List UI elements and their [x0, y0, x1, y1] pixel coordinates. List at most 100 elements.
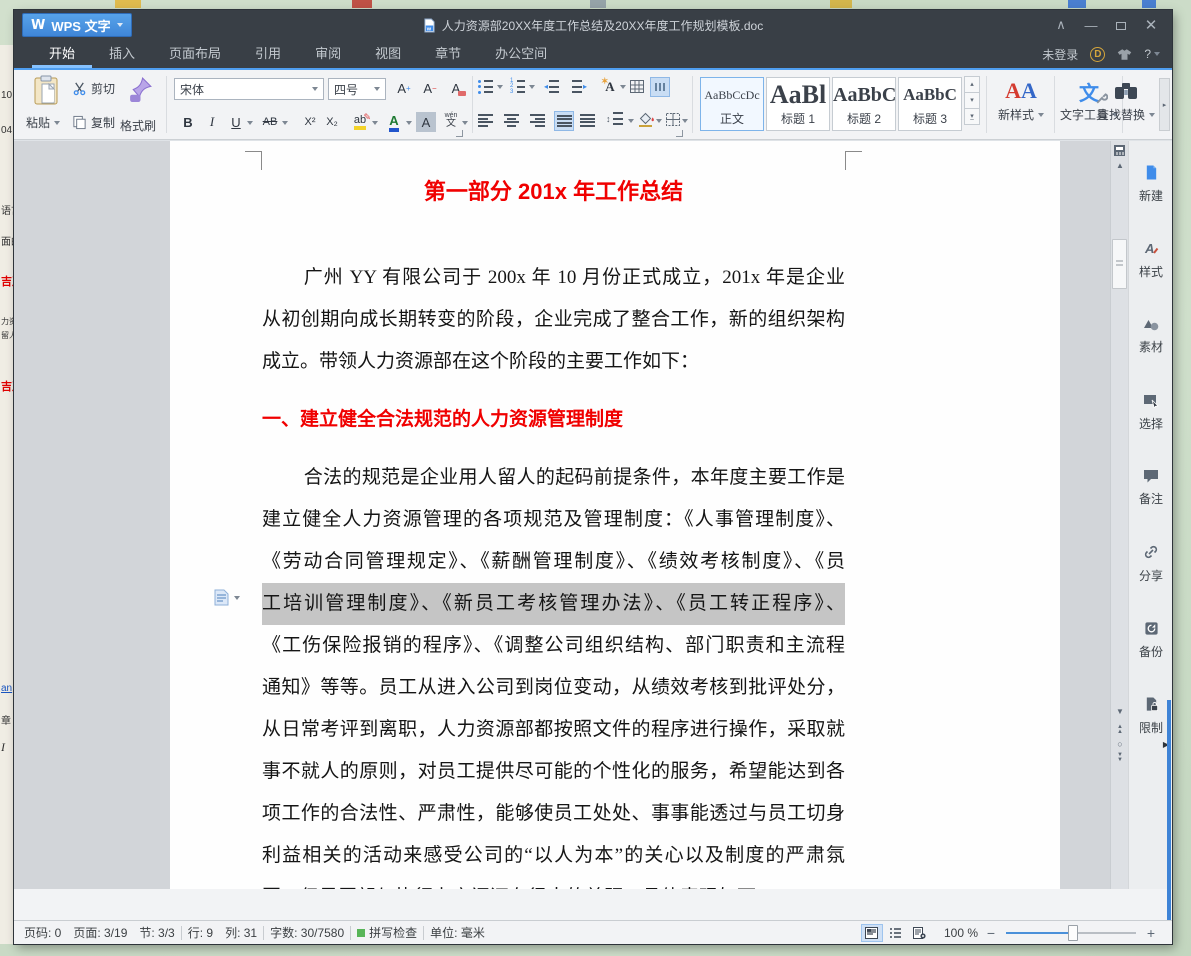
tab-references[interactable]: 引用 [238, 40, 298, 68]
style-heading1[interactable]: AaBl 标题 1 [766, 77, 830, 131]
tab-page-layout[interactable]: 页面布局 [152, 40, 238, 68]
align-right-icon[interactable] [530, 114, 545, 127]
increase-font-icon[interactable]: A+ [394, 78, 414, 98]
align-center-icon[interactable] [504, 114, 519, 127]
ruler-toggle-icon[interactable] [1113, 144, 1127, 157]
style-heading3[interactable]: AaBbC 标题 3 [898, 77, 962, 131]
sidebar-item-backup[interactable]: 备份 [1129, 619, 1172, 660]
sidebar-item-styles[interactable]: A 样式 [1129, 239, 1172, 280]
font-dialog-launcher-icon[interactable] [456, 130, 463, 137]
zoom-out-icon[interactable]: − [984, 925, 998, 941]
collapse-ribbon-icon[interactable]: ∧ [1046, 17, 1076, 33]
font-color-button[interactable]: A [384, 112, 404, 132]
tab-home[interactable]: 开始 [32, 40, 92, 68]
copy-button[interactable]: 复制 [72, 114, 115, 131]
status-spell-check[interactable]: 拼写检查 [351, 924, 423, 941]
underline-dropdown-icon[interactable] [247, 121, 253, 125]
web-view-icon[interactable] [909, 924, 931, 942]
numbered-list-icon[interactable] [510, 80, 525, 93]
document-line[interactable]: 通知》等等。员工从进入公司到岗位变动，从绩效考核到批评处分， [262, 667, 845, 709]
previous-page-icon[interactable]: ▲▲ [1113, 725, 1127, 734]
char-shading-button[interactable]: A [416, 112, 436, 132]
strikethrough-button[interactable]: AB [260, 112, 280, 132]
underline-button[interactable]: U [226, 112, 246, 132]
document-page[interactable]: 第一部分 201x 年工作总结 广州 YY 有限公司于 200x 年 10 月份… [170, 141, 1060, 889]
document-line[interactable]: 事不就人的原则，对员工提供尽可能的个性化的服务，希望能达到各 [262, 751, 845, 793]
italic-button[interactable]: I [202, 112, 222, 132]
tab-office-space[interactable]: 办公空间 [478, 40, 564, 68]
document-line[interactable]: 围。但是愿望与执行力之间还有很大的差距，具体表现如下： [262, 877, 845, 889]
document-line[interactable]: 《劳动合同管理规定》、《薪酬管理制度》、《绩效考核制度》、《员 [262, 541, 845, 583]
zoom-slider[interactable] [1006, 932, 1136, 934]
insert-table-icon[interactable] [630, 80, 644, 93]
new-style-button[interactable]: AA 新样式 [990, 76, 1052, 123]
tab-view[interactable]: 视图 [358, 40, 418, 68]
shading-icon[interactable] [638, 112, 654, 127]
ribbon-more-strip[interactable]: ▸ [1159, 78, 1170, 131]
font-family-select[interactable]: 宋体 [174, 78, 324, 100]
text-direction-button[interactable] [650, 77, 670, 97]
paste-button[interactable]: 粘贴 [26, 114, 60, 131]
scrollbar-thumb[interactable] [1112, 239, 1127, 289]
paragraph-dialog-launcher-icon[interactable] [676, 130, 683, 137]
wps-app-menu-button[interactable]: W WPS 文字 [22, 13, 132, 37]
font-color-dropdown-icon[interactable] [406, 121, 412, 125]
numbered-dropdown-icon[interactable] [529, 85, 535, 89]
zoom-in-icon[interactable]: + [1144, 925, 1158, 941]
tab-review[interactable]: 审阅 [298, 40, 358, 68]
document-line[interactable]: 合法的规范是企业用人留人的起码前提条件，本年度主要工作是 [262, 457, 845, 499]
pinyin-dropdown-icon[interactable] [462, 121, 468, 125]
strikethrough-dropdown-icon[interactable] [282, 121, 288, 125]
document-line[interactable]: 《工伤保险报销的程序》、《调整公司组织结构、部门职责和主流程 [262, 625, 845, 667]
document-line[interactable]: 从初创期向成长期转变的阶段，企业完成了整合工作，新的组织架构 [262, 299, 845, 341]
tab-section[interactable]: 章节 [418, 40, 478, 68]
font-size-select[interactable]: 四号 [328, 78, 386, 100]
next-page-icon[interactable]: ▼▼ [1113, 753, 1127, 762]
style-scroll-up-icon[interactable]: ▴ [964, 76, 980, 93]
help-button[interactable]: ? [1144, 47, 1160, 61]
zoom-slider-handle[interactable] [1068, 925, 1078, 941]
document-line[interactable]: 广州 YY 有限公司于 200x 年 10 月份正式成立，201x 年是企业 [262, 257, 845, 299]
highlight-dropdown-icon[interactable] [372, 121, 378, 125]
distribute-icon[interactable] [580, 114, 595, 127]
page-view-icon[interactable] [861, 924, 883, 942]
style-heading2[interactable]: AaBbC 标题 2 [832, 77, 896, 131]
sidebar-item-select[interactable]: 选择 [1129, 391, 1172, 432]
bullet-list-icon[interactable] [478, 80, 493, 93]
document-line[interactable]: 项工作的合法性、严肃性，能够使员工处处、事事能透过与员工切身 [262, 793, 845, 835]
tab-insert[interactable]: 插入 [92, 40, 152, 68]
outline-view-icon[interactable] [885, 924, 907, 942]
subscript-button[interactable]: X₂ [322, 112, 342, 132]
increase-indent-icon[interactable]: ▸ [572, 80, 587, 93]
status-word-count[interactable]: 字数: 30/7580 [264, 924, 350, 941]
docer-coin-icon[interactable]: D [1090, 47, 1105, 62]
find-replace-button[interactable]: 查找替换 [1092, 76, 1160, 123]
sidebar-item-materials[interactable]: 素材 [1129, 315, 1172, 355]
decrease-indent-icon[interactable]: ◂ [544, 80, 559, 93]
close-icon[interactable]: ✕ [1136, 16, 1166, 34]
line-spacing-dropdown-icon[interactable] [628, 119, 634, 123]
line-spacing-icon[interactable]: ↕ [606, 112, 623, 125]
shading-dropdown-icon[interactable] [656, 119, 662, 123]
document-line[interactable]: 从日常考评到离职，人力资源部都按照文件的程序进行操作，采取就 [262, 709, 845, 751]
bold-button[interactable]: B [178, 112, 198, 132]
sidebar-item-share[interactable]: 分享 [1129, 543, 1172, 584]
select-browse-object-icon[interactable]: ○ [1113, 739, 1127, 749]
login-status[interactable]: 未登录 [1042, 46, 1078, 63]
pinyin-guide-button[interactable]: wén 文 [442, 112, 460, 129]
paste-options-float[interactable] [214, 589, 240, 606]
sidebar-item-restrict[interactable]: 限制 [1129, 695, 1172, 736]
borders-icon[interactable] [666, 113, 680, 126]
align-left-icon[interactable] [478, 114, 493, 127]
clear-format-icon[interactable]: A [446, 78, 466, 98]
document-subheading[interactable]: 一、建立健全合法规范的人力资源管理制度 [262, 399, 845, 441]
decrease-font-icon[interactable]: A− [420, 78, 440, 98]
document-line[interactable]: 利益相关的活动来感受公司的“以人为本”的关心以及制度的严肃氛 [262, 835, 845, 877]
maximize-icon[interactable] [1106, 18, 1136, 33]
format-painter-button[interactable]: 格式刷 [120, 117, 156, 134]
bullet-dropdown-icon[interactable] [497, 85, 503, 89]
cut-button[interactable]: 剪切 [72, 80, 115, 97]
style-scroll-down-icon[interactable]: ▾ [964, 92, 980, 109]
format-painter-icon[interactable] [128, 76, 153, 103]
sidebar-item-notes[interactable]: 备注 [1129, 467, 1172, 507]
